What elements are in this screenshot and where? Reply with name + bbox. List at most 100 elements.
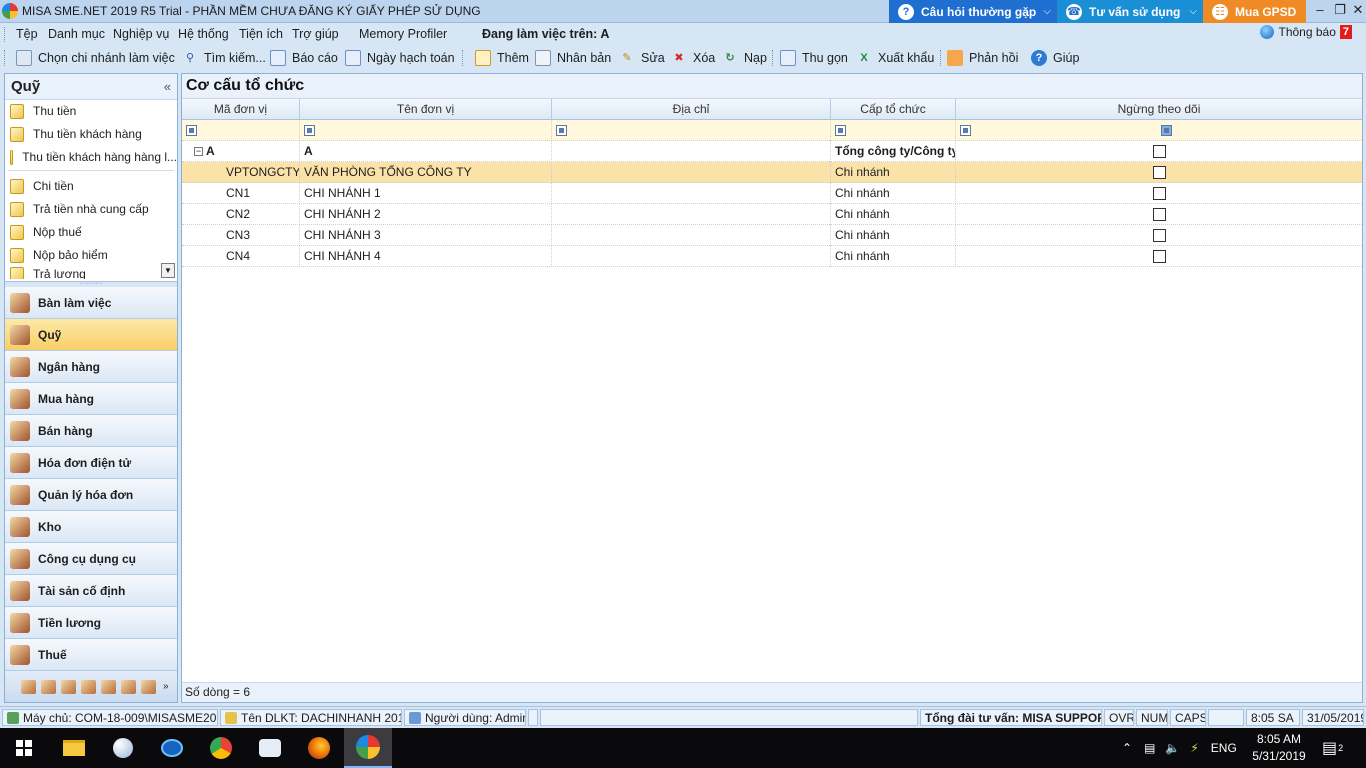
file-explorer-button[interactable] xyxy=(50,728,98,768)
firefox-button[interactable] xyxy=(295,728,343,768)
module-shortcut-icon[interactable] xyxy=(81,679,96,694)
sidebar-scroll-down[interactable]: ▼ xyxy=(161,263,175,278)
filter-icon[interactable] xyxy=(835,125,846,136)
module-kho[interactable]: Kho xyxy=(5,511,177,543)
action-center-button[interactable]: ▤ 2 xyxy=(1322,728,1343,768)
column-header-code[interactable]: Mã đơn vị xyxy=(182,99,300,120)
edit-button[interactable]: ✎ Sửa xyxy=(619,49,664,67)
module-shortcut-icon[interactable] xyxy=(41,679,56,694)
menu-catalog[interactable]: Danh mục xyxy=(48,27,105,41)
feedback-button[interactable]: Phản hồi xyxy=(947,49,1018,67)
module-quy[interactable]: Quỹ xyxy=(5,319,177,351)
volume-icon[interactable]: 🔈 xyxy=(1165,741,1180,755)
network-icon[interactable]: ▤ xyxy=(1144,741,1155,755)
module-cong-cu-dung-cu[interactable]: Công cụ dụng cụ xyxy=(5,543,177,575)
column-header-inactive[interactable]: Ngừng theo dõi xyxy=(956,99,1362,120)
table-row[interactable]: CN2 CHI NHÁNH 2 Chi nhánh xyxy=(182,204,1362,225)
filter-cell-code[interactable] xyxy=(182,120,300,141)
taskbar-clock[interactable]: 8:05 AM 5/31/2019 xyxy=(1248,731,1310,765)
notification-button[interactable]: Thông báo 7 xyxy=(1260,25,1352,39)
menu-file[interactable]: Tệp xyxy=(16,27,38,41)
teamviewer-button[interactable] xyxy=(246,728,294,768)
faq-button[interactable]: ? Câu hỏi thường gặp ⌵ xyxy=(889,0,1057,23)
sidebar-item-thu-tien-khach-hang-hang-loat[interactable]: Thu tiền khách hàng hàng l... xyxy=(5,146,177,168)
sidebar-item-thu-tien-khach-hang[interactable]: Thu tiền khách hàng xyxy=(5,123,177,145)
choose-branch-button[interactable]: Chọn chi nhánh làm việc xyxy=(16,49,175,67)
close-button[interactable]: ✕ xyxy=(1348,2,1366,20)
module-shortcut-icon[interactable] xyxy=(141,679,156,694)
export-button[interactable]: X Xuất khẩu xyxy=(856,49,934,67)
collapse-sidebar-icon[interactable]: « xyxy=(164,79,171,94)
module-ban-lam-viec[interactable]: Bàn làm việc xyxy=(5,287,177,319)
chevron-up-icon[interactable]: ⌃ xyxy=(1122,741,1132,755)
filter-cell-level[interactable] xyxy=(831,120,956,141)
group-row[interactable]: − A A Tổng công ty/Công ty xyxy=(182,141,1362,162)
module-ngan-hang[interactable]: Ngân hàng xyxy=(5,351,177,383)
module-tai-san-co-dinh[interactable]: Tài sản cố định xyxy=(5,575,177,607)
buy-license-button[interactable]: ☷ Mua GPSD xyxy=(1203,0,1306,23)
filter-cell-name[interactable] xyxy=(300,120,552,141)
module-shortcut-icon[interactable] xyxy=(21,679,36,694)
module-quan-ly-hoa-don[interactable]: Quản lý hóa đơn xyxy=(5,479,177,511)
module-shortcut-icon[interactable] xyxy=(121,679,136,694)
sidebar-item-nop-thue[interactable]: Nộp thuế xyxy=(5,221,177,243)
consult-button[interactable]: ☎ Tư vấn sử dụng ⌵ xyxy=(1057,0,1203,23)
restore-button[interactable]: ❐ xyxy=(1330,2,1350,20)
column-header-name[interactable]: Tên đơn vị xyxy=(300,99,552,120)
collapse-button[interactable]: Thu gọn xyxy=(780,49,848,67)
posting-date-button[interactable]: Ngày hạch toán xyxy=(345,49,455,67)
module-hoa-don-dien-tu[interactable]: Hóa đơn điện tử xyxy=(5,447,177,479)
help-button[interactable]: ? Giúp xyxy=(1031,49,1079,67)
filter-icon[interactable] xyxy=(186,125,197,136)
module-tien-luong[interactable]: Tiền lương xyxy=(5,607,177,639)
inactive-checkbox[interactable] xyxy=(1153,229,1166,242)
inactive-checkbox[interactable] xyxy=(1153,208,1166,221)
delete-button[interactable]: ✖ Xóa xyxy=(671,49,715,67)
misa-taskbar-button[interactable] xyxy=(344,728,392,768)
module-shortcut-icon[interactable] xyxy=(101,679,116,694)
filter-icon[interactable] xyxy=(960,125,971,136)
module-thue[interactable]: Thuế xyxy=(5,639,177,671)
start-button[interactable] xyxy=(0,728,48,768)
inactive-checkbox[interactable] xyxy=(1153,250,1166,263)
column-header-address[interactable]: Địa chỉ xyxy=(552,99,831,120)
table-row[interactable]: CN1 CHI NHÁNH 1 Chi nhánh xyxy=(182,183,1362,204)
filter-cell-inactive[interactable] xyxy=(956,120,1362,141)
menu-system[interactable]: Hệ thống xyxy=(178,27,229,41)
table-row[interactable]: VPTONGCTY VĂN PHÒNG TỔNG CÔNG TY Chi nhánh xyxy=(182,162,1362,183)
module-ban-hang[interactable]: Bán hàng xyxy=(5,415,177,447)
menu-utilities[interactable]: Tiện ích xyxy=(239,27,283,41)
sidebar-item-nop-bao-hiem[interactable]: Nộp bảo hiểm xyxy=(5,244,177,266)
filter-icon[interactable] xyxy=(304,125,315,136)
input-language[interactable]: ENG xyxy=(1211,741,1237,755)
column-header-level[interactable]: Cấp tổ chức xyxy=(831,99,956,120)
filter-checkbox[interactable] xyxy=(1161,125,1172,136)
search-button[interactable]: ⚲ Tìm kiếm... xyxy=(182,49,266,67)
inactive-checkbox[interactable] xyxy=(1153,166,1166,179)
paint-button[interactable] xyxy=(99,728,147,768)
power-icon[interactable]: ⚡ xyxy=(1190,741,1198,755)
inactive-checkbox[interactable] xyxy=(1153,145,1166,158)
reload-button[interactable]: ↻ Nạp xyxy=(722,49,767,67)
add-button[interactable]: Thêm xyxy=(475,49,529,67)
sidebar-item-tra-luong[interactable]: Trả lương xyxy=(5,267,177,279)
module-shortcut-icon[interactable] xyxy=(61,679,76,694)
sidebar-item-thu-tien[interactable]: Thu tiền xyxy=(5,100,177,122)
filter-cell-address[interactable] xyxy=(552,120,831,141)
remote-desktop-button[interactable] xyxy=(148,728,196,768)
report-button[interactable]: Báo cáo xyxy=(270,49,338,67)
sidebar-item-tra-tien-ncc[interactable]: Trả tiền nhà cung cấp xyxy=(5,198,177,220)
filter-icon[interactable] xyxy=(556,125,567,136)
menu-operations[interactable]: Nghiệp vụ xyxy=(113,27,169,41)
minimize-button[interactable]: – xyxy=(1310,2,1330,20)
menu-memory-profiler[interactable]: Memory Profiler xyxy=(359,27,447,41)
duplicate-button[interactable]: Nhân bản xyxy=(535,49,611,67)
inactive-checkbox[interactable] xyxy=(1153,187,1166,200)
more-modules-icon[interactable]: » xyxy=(163,681,169,692)
chrome-button[interactable] xyxy=(197,728,245,768)
sidebar-item-chi-tien[interactable]: Chi tiền xyxy=(5,175,177,197)
module-mua-hang[interactable]: Mua hàng xyxy=(5,383,177,415)
table-row[interactable]: CN4 CHI NHÁNH 4 Chi nhánh xyxy=(182,246,1362,267)
table-row[interactable]: CN3 CHI NHÁNH 3 Chi nhánh xyxy=(182,225,1362,246)
menu-help[interactable]: Trợ giúp xyxy=(292,27,339,41)
